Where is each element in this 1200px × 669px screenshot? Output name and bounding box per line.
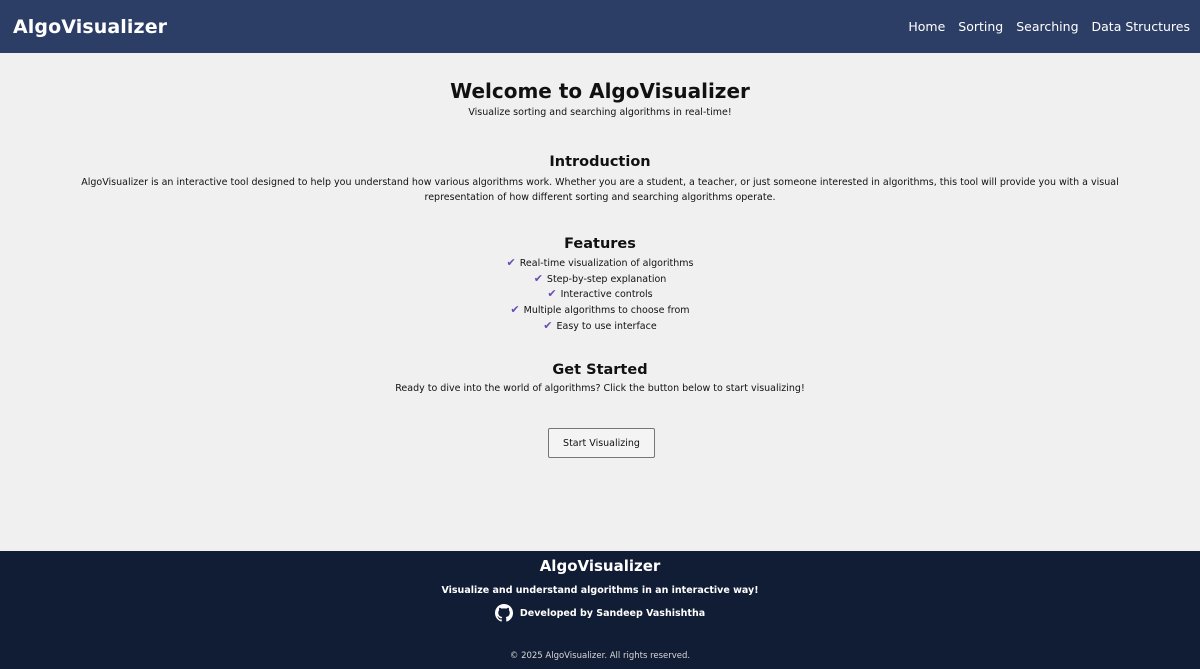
get-started-text: Ready to dive into the world of algorith…	[395, 383, 805, 394]
page-subtitle: Visualize sorting and searching algorith…	[468, 107, 732, 118]
page-title: Welcome to AlgoVisualizer	[450, 79, 750, 103]
feature-label: Step-by-step explanation	[546, 273, 667, 285]
introduction-heading: Introduction	[549, 154, 651, 170]
github-icon[interactable]	[494, 604, 513, 622]
check-icon: ✔	[547, 287, 557, 301]
check-icon: ✔	[533, 271, 543, 285]
nav-link-data-structures[interactable]: Data Structures	[1092, 19, 1190, 34]
feature-item: ✔ Interactive controls	[0, 287, 1200, 303]
main-content: Welcome to AlgoVisualizer Visualize sort…	[0, 53, 1200, 551]
brand-logo[interactable]: AlgoVisualizer	[13, 16, 167, 38]
feature-label: Multiple algorithms to choose from	[523, 305, 690, 317]
features-list: ✔ Real-time visualization of algorithms ✔…	[0, 256, 1200, 335]
feature-item: ✔ Real-time visualization of algorithms	[0, 256, 1200, 272]
feature-label: Interactive controls	[560, 289, 653, 301]
introduction-text: AlgoVisualizer is an interactive tool de…	[81, 177, 1119, 203]
check-icon: ✔	[506, 256, 516, 269]
footer-tagline: Visualize and understand algorithms in a…	[441, 585, 759, 596]
features-heading: Features	[564, 236, 636, 252]
nav-link-sorting[interactable]: Sorting	[958, 19, 1003, 34]
feature-label: Real-time visualization of algorithms	[519, 258, 694, 269]
nav-link-home[interactable]: Home	[908, 19, 945, 34]
nav-links: Home Sorting Searching Data Structures	[908, 19, 1190, 34]
navbar: AlgoVisualizer Home Sorting Searching Da…	[0, 0, 1200, 53]
footer: AlgoVisualizer Visualize and understand …	[0, 551, 1200, 669]
feature-item: ✔ Step-by-step explanation	[0, 272, 1200, 288]
developer-credit: Developed by Sandeep Vashishtha	[0, 604, 1200, 622]
nav-link-searching[interactable]: Searching	[1016, 19, 1078, 34]
feature-item: ✔ Multiple algorithms to choose from	[0, 303, 1200, 319]
start-visualizing-button[interactable]: Start Visualizing	[548, 428, 655, 458]
get-started-heading: Get Started	[552, 362, 648, 378]
developer-link[interactable]: Developed by Sandeep Vashishtha	[520, 608, 705, 619]
feature-item: ✔ Easy to use interface	[0, 319, 1200, 335]
check-icon: ✔	[543, 318, 553, 332]
copyright-text: © 2025 AlgoVisualizer. All rights reserv…	[509, 651, 691, 661]
check-icon: ✔	[510, 303, 520, 317]
feature-label: Easy to use interface	[556, 320, 657, 332]
footer-title: AlgoVisualizer	[539, 557, 661, 575]
